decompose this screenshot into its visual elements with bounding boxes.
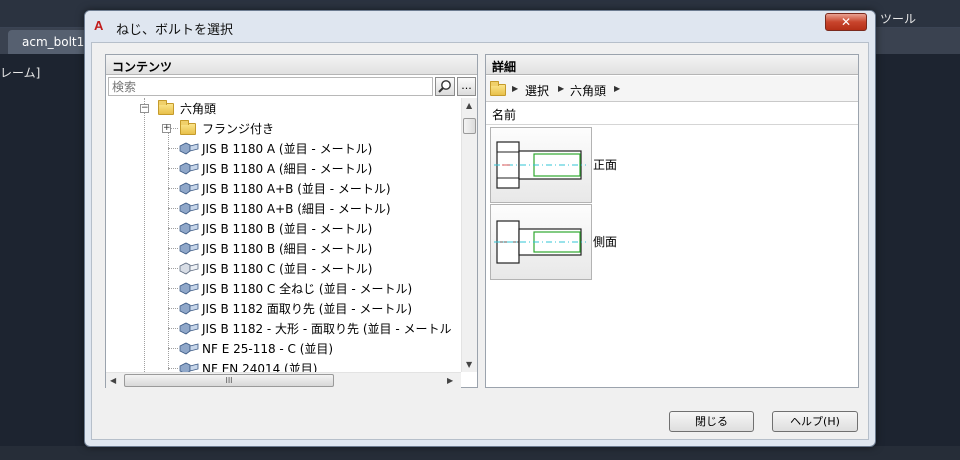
scroll-down-icon[interactable]: ▼ (466, 360, 472, 369)
scroll-right-icon[interactable]: ▶ (447, 376, 453, 385)
bolt-icon (179, 182, 199, 195)
viewport-label: レーム] (0, 66, 41, 80)
bolt-icon (179, 222, 199, 235)
search-input[interactable] (108, 77, 433, 96)
tree-item-bolt[interactable]: JIS B 1180 A (細目 - メートル) (106, 158, 462, 178)
tree-item-label: JIS B 1180 C 全ねじ (並目 - メートル) (202, 282, 413, 296)
tree-node-label: フランジ付き (202, 122, 275, 136)
tree-item-label: JIS B 1180 C (並目 - メートル) (202, 262, 373, 276)
tree-node-hex-head[interactable]: − 六角頭 (106, 98, 462, 118)
tree-item-label: JIS B 1180 B (細目 - メートル) (202, 242, 373, 256)
folder-icon (180, 120, 196, 135)
scroll-thumb[interactable]: III (124, 374, 334, 387)
search-button[interactable] (435, 77, 455, 96)
more-options-button[interactable]: ... (457, 77, 476, 96)
dialog-title: ねじ、ボルトを選択 (116, 23, 234, 38)
tree-item-label: JIS B 1180 A+B (並目 - メートル) (202, 182, 391, 196)
scroll-thumb[interactable] (463, 118, 476, 134)
search-icon (438, 80, 451, 93)
tree-item-label: JIS B 1180 A+B (細目 - メートル) (202, 202, 391, 216)
tree-item-label: JIS B 1180 A (並目 - メートル) (202, 142, 373, 156)
tree-guide-line (168, 328, 178, 329)
tree-item-bolt[interactable]: JIS B 1182 - 大形 - 面取り先 (並目 - メートル (106, 318, 462, 338)
view-side-thumbnail[interactable] (490, 204, 592, 280)
select-bolt-dialog: A ねじ、ボルトを選択 ✕ コンテンツ ... − (84, 10, 876, 447)
tree-guide-line (168, 208, 178, 209)
chevron-right-icon[interactable]: ▶ (614, 84, 620, 93)
tree-horizontal-scrollbar[interactable]: ◀ III ▶ (106, 372, 461, 388)
tree-guide-line (168, 348, 178, 349)
tree-guide-line (168, 188, 178, 189)
bolt-icon (179, 342, 199, 355)
tree-guide-line (168, 368, 178, 369)
tree-guide-line (168, 268, 178, 269)
tree-guide-line (168, 248, 178, 249)
details-panel: 詳細 ▶ 選択 ▶ 六角頭 ▶ 名前 正面 側面 (485, 54, 859, 388)
tree-item-bolt[interactable]: JIS B 1180 A+B (細目 - メートル) (106, 198, 462, 218)
tree-item-label: NF E 25-118 - C (並目) (202, 342, 334, 356)
bolt-icon (179, 142, 199, 155)
breadcrumb-item[interactable]: 六角頭 (570, 82, 606, 99)
tree-item-label: NF EN 24014 (並目) (202, 362, 318, 372)
tree-item-bolt[interactable]: JIS B 1180 C 全ねじ (並目 - メートル) (106, 278, 462, 298)
close-button[interactable]: 閉じる (669, 411, 754, 432)
chevron-right-icon[interactable]: ▶ (558, 84, 564, 93)
bolt-icon (179, 262, 199, 275)
breadcrumb-item[interactable]: 選択 (525, 82, 549, 99)
bolt-front-view-icon (494, 141, 586, 189)
tree-guide-line (168, 308, 178, 309)
tree-node-flanged[interactable]: + フランジ付き (106, 118, 462, 138)
view-label-front: 正面 (593, 158, 618, 172)
breadcrumb: ▶ 選択 ▶ 六角頭 ▶ (486, 76, 858, 102)
close-icon[interactable]: ✕ (825, 13, 867, 31)
bolt-icon (179, 322, 199, 335)
tree-item-label: JIS B 1180 A (細目 - メートル) (202, 162, 373, 176)
view-label-side: 側面 (593, 235, 618, 249)
details-header: 詳細 (486, 55, 858, 75)
tree-item-bolt[interactable]: JIS B 1180 B (細目 - メートル) (106, 238, 462, 258)
dialog-body: コンテンツ ... − 六角頭 (91, 42, 869, 440)
column-header-name[interactable]: 名前 (486, 103, 858, 125)
bolt-icon (179, 202, 199, 215)
toolbar-tools-label[interactable]: ツール (880, 10, 916, 27)
content-tree: − 六角頭 + フランジ付き JIS B 1180 A (並目 - メートル) (106, 98, 462, 372)
tree-item-label: JIS B 1182 面取り先 (並目 - メートル) (202, 302, 413, 316)
folder-icon[interactable] (490, 81, 506, 96)
scroll-up-icon[interactable]: ▲ (466, 101, 472, 110)
tree-guide-line (168, 148, 178, 149)
folder-icon (158, 100, 174, 115)
chevron-right-icon[interactable]: ▶ (512, 84, 518, 93)
search-row: ... (108, 77, 476, 97)
collapse-icon[interactable]: − (140, 104, 149, 113)
tree-guide-line (168, 168, 178, 169)
expand-icon[interactable]: + (162, 124, 171, 133)
app-status-area (0, 446, 960, 460)
tree-guide-line (168, 288, 178, 289)
tree-item-bolt[interactable]: JIS B 1180 A+B (並目 - メートル) (106, 178, 462, 198)
tree-node-label: 六角頭 (180, 102, 217, 116)
contents-panel: コンテンツ ... − 六角頭 (105, 54, 478, 388)
tree-item-bolt[interactable]: JIS B 1180 B (並目 - メートル) (106, 218, 462, 238)
bolt-icon (179, 162, 199, 175)
tree-item-bolt[interactable]: JIS B 1182 面取り先 (並目 - メートル) (106, 298, 462, 318)
dialog-titlebar[interactable]: A ねじ、ボルトを選択 ✕ (85, 11, 875, 41)
tree-item-label: JIS B 1180 B (並目 - メートル) (202, 222, 373, 236)
tree-item-bolt[interactable]: JIS B 1180 C (並目 - メートル) (106, 258, 462, 278)
scroll-left-icon[interactable]: ◀ (110, 376, 116, 385)
bolt-icon (179, 282, 199, 295)
tree-item-bolt[interactable]: JIS B 1180 A (並目 - メートル) (106, 138, 462, 158)
tree-item-label: JIS B 1182 - 大形 - 面取り先 (並目 - メートル (202, 322, 452, 336)
bolt-icon (179, 242, 199, 255)
autocad-logo-icon: A (94, 18, 104, 33)
bolt-icon (179, 302, 199, 315)
contents-header: コンテンツ (106, 55, 477, 75)
tree-vertical-scrollbar[interactable]: ▲ ▼ (461, 98, 477, 372)
view-front-thumbnail[interactable] (490, 127, 592, 203)
bolt-side-view-icon (494, 220, 586, 264)
help-button[interactable]: ヘルプ(H) (772, 411, 858, 432)
bolt-icon (179, 362, 199, 372)
tree-item-bolt[interactable]: NF E 25-118 - C (並目) (106, 338, 462, 358)
tree-item-bolt[interactable]: NF EN 24014 (並目) (106, 358, 462, 372)
tree-guide-line (168, 228, 178, 229)
